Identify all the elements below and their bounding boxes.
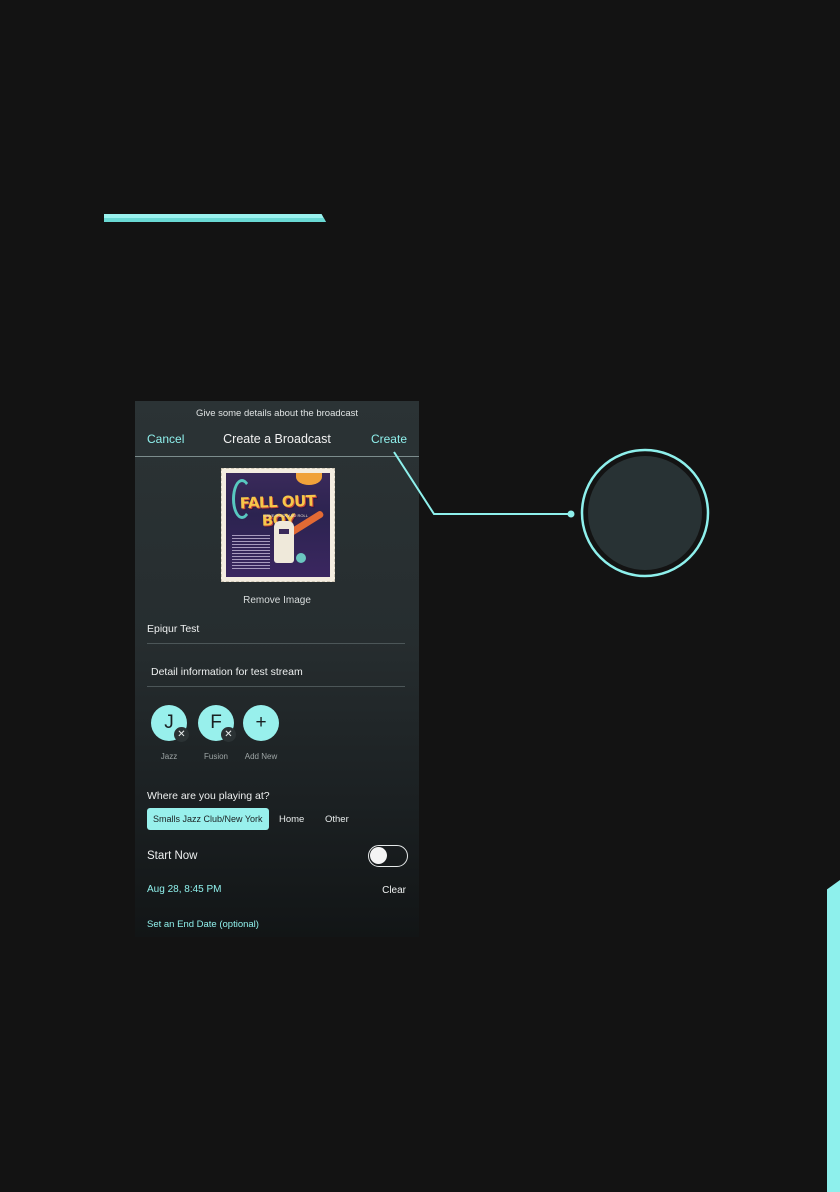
tag-label: Fusion xyxy=(203,752,228,761)
accent-underline-bar xyxy=(104,214,326,222)
poster-subtitle: SAVE ROCK AND ROLL xyxy=(264,513,308,518)
tag-avatar: J ✕ xyxy=(151,705,189,742)
screen-subtitle: Give some details about the broadcast xyxy=(195,408,359,419)
start-now-toggle[interactable] xyxy=(368,845,408,867)
tag-fusion[interactable]: F ✕ Fusion xyxy=(196,705,236,761)
accent-edge-bar xyxy=(827,880,840,1192)
plus-glyph: + xyxy=(255,712,267,733)
poster-tour-list xyxy=(232,535,270,569)
broadcast-name-field[interactable]: Epiqur Test xyxy=(147,620,405,644)
remove-tag-icon[interactable]: ✕ xyxy=(221,727,236,742)
broadcast-cover-image[interactable]: FALL OUT BOY SAVE ROCK AND ROLL xyxy=(221,468,335,582)
start-date-value[interactable]: Aug 28, 8:45 PM xyxy=(147,884,222,895)
clear-date-button[interactable]: Clear xyxy=(382,885,406,896)
poster-sun xyxy=(296,473,322,485)
poster-planet xyxy=(296,553,306,563)
tag-avatar: F ✕ xyxy=(198,705,236,742)
callout-ring xyxy=(580,448,710,578)
callout-inner-circle xyxy=(588,456,702,570)
tag-label: Add New xyxy=(244,752,278,761)
nav-divider xyxy=(135,456,419,457)
poster-artwork: FALL OUT BOY SAVE ROCK AND ROLL xyxy=(226,473,330,577)
add-tag-button[interactable]: + Add New xyxy=(241,705,281,761)
presentation-slide: Give some details about the broadcast Ca… xyxy=(0,0,840,1192)
tag-jazz[interactable]: J ✕ Jazz xyxy=(149,705,189,761)
broadcast-description-field[interactable]: Detail information for test stream xyxy=(147,663,405,687)
remove-image-button[interactable]: Remove Image xyxy=(135,595,419,606)
tag-label: Jazz xyxy=(160,752,178,761)
poster-robot xyxy=(274,521,294,563)
location-option-selected[interactable]: Smalls Jazz Club/New York xyxy=(147,808,269,830)
set-end-date-link[interactable]: Set an End Date (optional) xyxy=(147,919,259,930)
tag-letter: J xyxy=(164,712,174,733)
toggle-knob xyxy=(370,847,387,864)
callout-endpoint-dot xyxy=(567,510,575,518)
location-option-home[interactable]: Home xyxy=(279,814,304,825)
callout-annotation xyxy=(393,448,710,578)
callout-leader-line xyxy=(393,451,569,515)
location-question: Where are you playing at? xyxy=(147,790,270,802)
tag-letter: F xyxy=(210,712,222,733)
plus-icon: + xyxy=(243,705,279,741)
start-now-label: Start Now xyxy=(147,850,198,862)
create-button[interactable]: Create xyxy=(371,432,407,446)
remove-tag-icon[interactable]: ✕ xyxy=(174,727,189,742)
location-option-other[interactable]: Other xyxy=(325,814,349,825)
phone-screen: Give some details about the broadcast Ca… xyxy=(135,401,419,937)
